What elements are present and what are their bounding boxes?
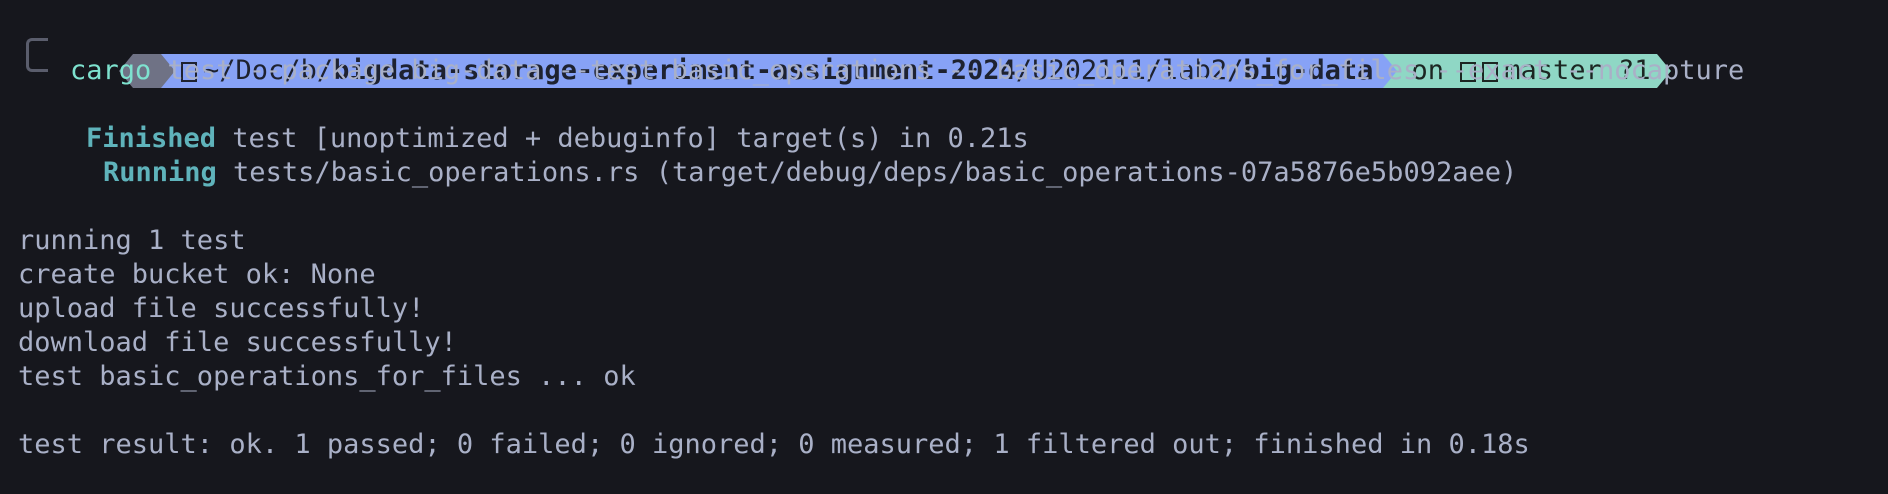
output-line: running 1 test xyxy=(18,225,246,256)
output-line: upload file successfully! xyxy=(18,293,425,324)
finished-label: Finished xyxy=(86,123,217,154)
terminal-window[interactable]: ~/Doc/b/bigdata-storage-experiment-assig… xyxy=(0,0,1888,494)
output-finished-line: Finished test [unoptimized + debuginfo] … xyxy=(86,122,1029,156)
command-name: cargo xyxy=(70,55,152,86)
command-args: test --package big-data --test basic_ope… xyxy=(151,55,1745,86)
command-line[interactable]: cargo test --package big-data --test bas… xyxy=(70,54,1744,88)
running-label: Running xyxy=(103,157,217,188)
shell-prompt: ~/Doc/b/bigdata-storage-experiment-assig… xyxy=(54,20,1671,88)
output-line: download file successfully! xyxy=(18,327,457,358)
test-result-line: test result: ok. 1 passed; 0 failed; 0 i… xyxy=(18,429,1530,460)
finished-text: test [unoptimized + debuginfo] target(s)… xyxy=(216,123,1029,154)
running-text: tests/basic_operations.rs (target/debug/… xyxy=(216,157,1518,188)
output-running-line: Running tests/basic_operations.rs (targe… xyxy=(103,156,1517,190)
output-line: test basic_operations_for_files ... ok xyxy=(18,361,636,392)
prompt-connector xyxy=(26,38,48,72)
output-line: create bucket ok: None xyxy=(18,259,376,290)
